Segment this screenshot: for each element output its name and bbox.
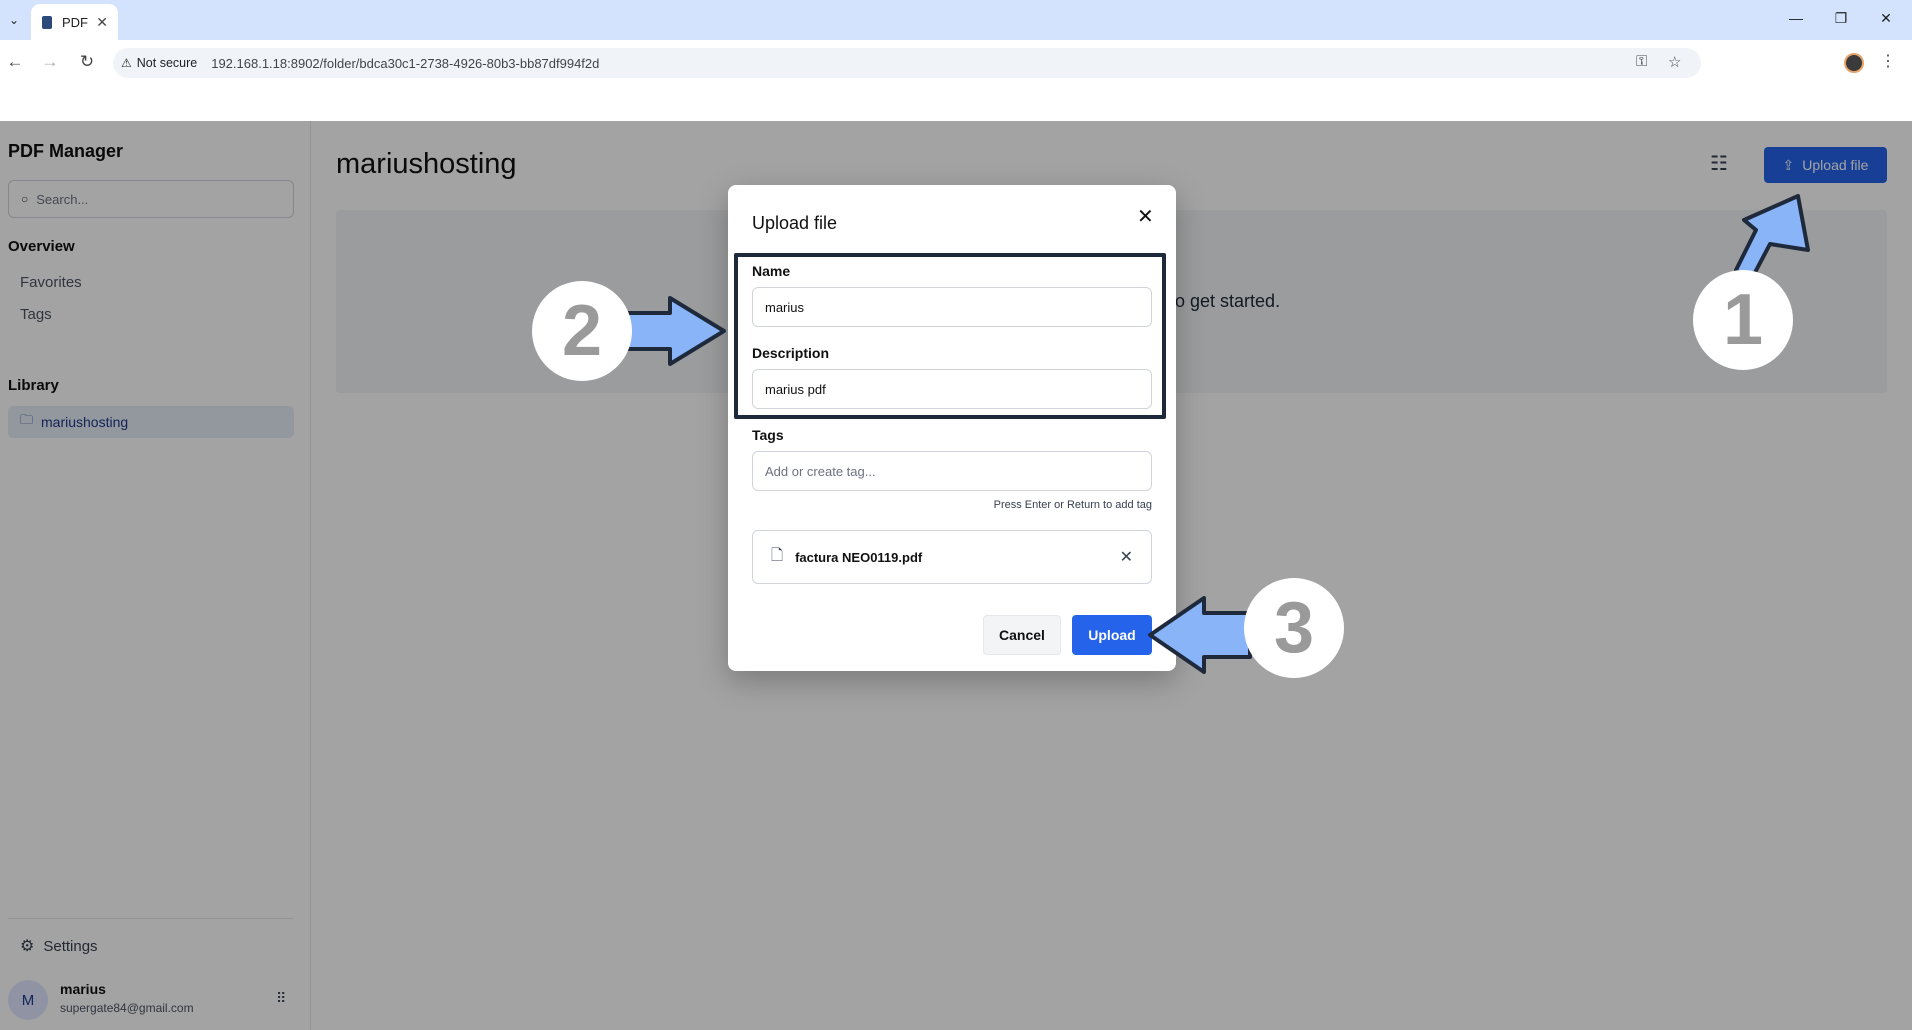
selected-file: 🗋 factura NEO0119.pdf ✕ [752,530,1152,584]
remove-file-icon[interactable]: ✕ [1120,547,1133,567]
address-bar[interactable]: ⚠ Not secure 192.168.1.18:8902/folder/bd… [113,48,1701,78]
minimize-icon[interactable]: — [1786,10,1806,26]
window-close-icon[interactable]: ✕ [1876,10,1896,27]
upload-button[interactable]: Upload [1072,615,1152,655]
warning-icon: ⚠ [121,56,132,70]
page-top-strip [0,86,1912,121]
step-marker-3: 3 [1244,578,1344,678]
security-label: Not secure [136,56,198,70]
step-marker-1: 1 [1693,270,1793,370]
file-icon: 🗋 [771,546,784,564]
profile-avatar-icon[interactable] [1844,53,1864,73]
forward-icon[interactable]: → [39,52,61,72]
reload-icon[interactable]: ↻ [76,52,98,72]
tags-input[interactable]: Add or create tag... [752,451,1152,491]
cancel-button[interactable]: Cancel [983,615,1061,655]
step-marker-2: 2 [532,281,632,381]
browser-tabstrip: ⌄ PDF ✕ — ❐ ✕ [0,0,1912,40]
tags-hint: Press Enter or Return to add tag [993,499,1152,511]
tab-title: PDF [62,14,88,30]
back-icon[interactable]: ← [4,52,26,72]
browser-menu-icon[interactable]: ⋮ [1880,51,1896,71]
password-key-icon[interactable]: ⚿ [1636,53,1647,70]
tab-close-icon[interactable]: ✕ [96,14,108,31]
browser-toolbar: ← → ↻ ⚠ Not secure 192.168.1.18:8902/fol… [0,40,1912,86]
url-text: 192.168.1.18:8902/folder/bdca30c1-2738-4… [211,55,600,71]
tags-label: Tags [752,427,784,443]
dialog-title: Upload file [752,213,838,233]
highlight-box [734,253,1166,419]
browser-tab[interactable]: PDF ✕ [31,4,118,40]
restore-icon[interactable]: ❐ [1831,10,1851,27]
tab-search-dropdown-icon[interactable]: ⌄ [4,10,24,30]
tab-favicon-icon [42,15,52,29]
bookmark-star-icon[interactable]: ☆ [1668,53,1681,71]
file-name: factura NEO0119.pdf [795,549,923,565]
security-indicator[interactable]: ⚠ Not secure [113,52,205,74]
close-icon[interactable]: ✕ [1137,204,1154,229]
